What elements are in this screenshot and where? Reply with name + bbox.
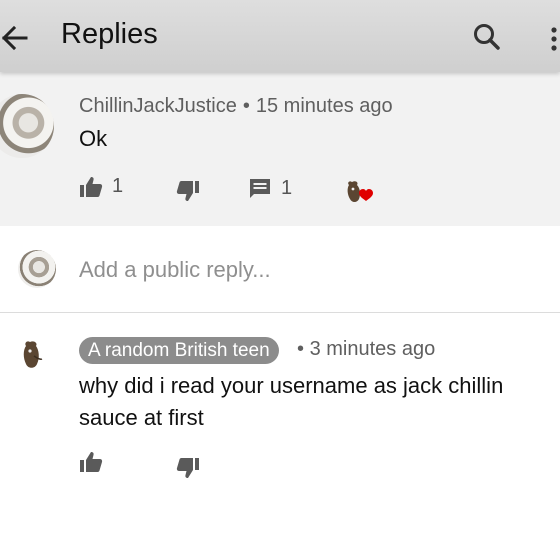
search-icon xyxy=(474,24,500,50)
meta-separator: • xyxy=(242,95,250,117)
comment-author[interactable]: ChillinJackJustice xyxy=(79,95,237,117)
reply-like-button[interactable] xyxy=(79,451,103,473)
app-bar: Replies xyxy=(0,0,560,72)
comment-text: Ok xyxy=(79,126,108,151)
reply-count: 1 xyxy=(281,177,293,199)
comment-icon xyxy=(250,178,270,198)
thumbs-down-icon xyxy=(176,458,199,478)
thumbs-down-icon xyxy=(176,181,199,201)
thumbs-up-icon xyxy=(80,176,103,197)
parent-comment: ChillinJackJustice • 15 minutes ago Ok 1 1 xyxy=(0,72,560,226)
avatar-image xyxy=(23,341,43,368)
creator-heart-icon xyxy=(347,181,373,202)
comment-time: 15 minutes ago xyxy=(255,95,393,117)
reply-time: 3 minutes ago xyxy=(309,338,436,360)
more-options-button[interactable] xyxy=(542,20,560,60)
like-count: 1 xyxy=(112,175,124,197)
reply-button[interactable]: 1 xyxy=(248,177,292,200)
arrow-left-icon xyxy=(1,25,28,51)
back-button[interactable] xyxy=(0,18,36,58)
reply-dislike-button[interactable] xyxy=(176,457,200,479)
more-vert-icon xyxy=(551,27,557,51)
add-reply-row[interactable]: Add a public reply... xyxy=(0,226,560,313)
reply-author-chip[interactable]: A random British teen xyxy=(79,337,279,364)
page-title: Replies xyxy=(61,18,158,50)
reply-text: why did i read your username as jack chi… xyxy=(79,373,504,430)
comment-meta: ChillinJackJustice • 15 minutes ago xyxy=(79,95,393,118)
thumbs-up-icon xyxy=(80,452,103,472)
meta-separator: • xyxy=(297,338,305,360)
reply-meta: • 3 minutes ago xyxy=(297,338,435,361)
reply-input[interactable]: Add a public reply... xyxy=(79,257,271,283)
like-button[interactable]: 1 xyxy=(79,175,123,198)
search-button[interactable] xyxy=(468,18,508,58)
avatar[interactable] xyxy=(0,94,54,158)
dislike-button[interactable] xyxy=(176,180,200,202)
avatar xyxy=(18,250,56,288)
creator-heart xyxy=(344,178,378,208)
avatar[interactable] xyxy=(18,338,48,374)
